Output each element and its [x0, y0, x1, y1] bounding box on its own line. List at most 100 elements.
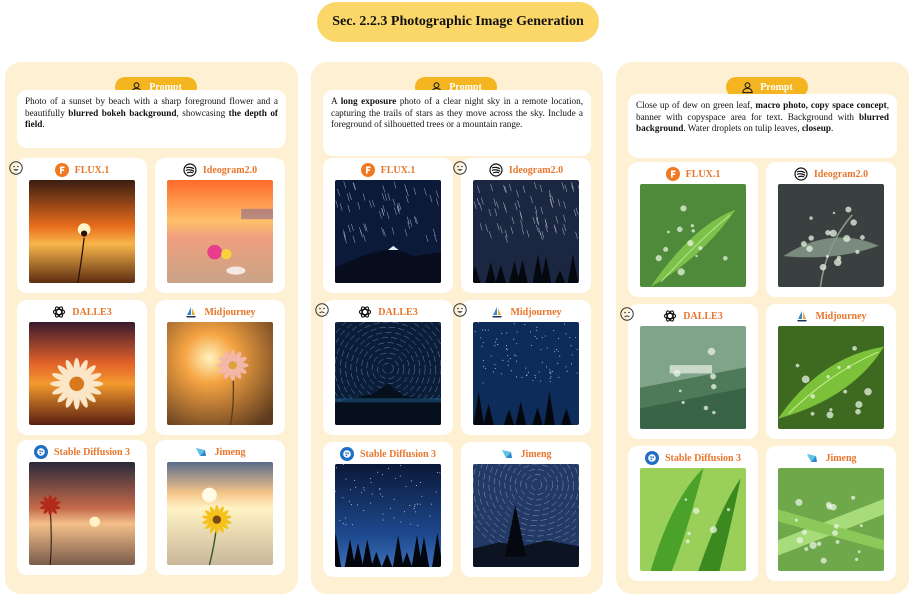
generated-image [29, 462, 135, 565]
comparison-panel: Prompt A long exposure photo of a clear n… [311, 62, 603, 594]
model-result-card: FLUX.1 [323, 158, 453, 293]
model-result-card: Ideogram2.0 [453, 158, 591, 293]
model-result-card: Midjourney [453, 300, 591, 435]
generated-image [640, 326, 746, 429]
model-name: Stable Diffusion 3 [53, 446, 131, 458]
model-name: Ideogram2.0 [202, 164, 258, 176]
generated-image [167, 180, 273, 283]
prompt-text: Photo of a sunset by beach with a sharp … [17, 90, 286, 148]
prompt-text: A long exposure photo of a clear night s… [323, 90, 591, 156]
model-label: Ideogram2.0 [155, 161, 285, 179]
jimeng-logo-icon [805, 451, 819, 465]
model-name: Midjourney [510, 306, 562, 318]
model-name: Jimeng [825, 452, 857, 464]
model-label: Stable Diffusion 3 [323, 445, 453, 463]
generated-image [335, 464, 441, 567]
model-result-card: DALLE3 [315, 300, 453, 435]
model-label: Midjourney [766, 307, 896, 325]
model-name: Jimeng [520, 448, 552, 460]
prompt-badge-label: Prompt [760, 81, 793, 93]
prompt-segment: A [331, 96, 341, 106]
model-name: Ideogram2.0 [813, 168, 869, 180]
model-result-card: Stable Diffusion 3 [323, 442, 453, 577]
model-label: DALLE3 [323, 303, 453, 321]
ideogram-logo-icon [794, 167, 808, 181]
model-label: Jimeng [766, 449, 896, 467]
generated-image [167, 462, 273, 565]
generated-image [778, 468, 884, 571]
model-name: Ideogram2.0 [508, 164, 564, 176]
person-icon [742, 81, 753, 93]
model-name: DALLE3 [378, 306, 418, 318]
openai-logo-icon [358, 305, 372, 319]
model-label: Midjourney [155, 303, 285, 321]
model-result-card: Midjourney [155, 300, 285, 435]
generated-image [29, 180, 135, 283]
generated-image [473, 322, 579, 425]
generated-image [778, 184, 884, 287]
model-name: Midjourney [204, 306, 256, 318]
model-name: FLUX.1 [74, 164, 110, 176]
model-result-card: FLUX.1 [628, 162, 758, 297]
generated-image [167, 322, 273, 425]
openai-logo-icon [52, 305, 66, 319]
model-label: Midjourney [461, 303, 591, 321]
openai-logo-icon [663, 309, 677, 323]
prompt-emphasis: closeup [801, 123, 831, 134]
prompt-segment: . [830, 123, 834, 134]
model-result-card: Jimeng [766, 446, 896, 581]
sd3-logo-icon [339, 447, 354, 461]
model-result-card: Stable Diffusion 3 [628, 446, 758, 581]
model-name: FLUX.1 [380, 164, 416, 176]
model-name: DALLE3 [72, 306, 112, 318]
model-label: Jimeng [461, 445, 591, 463]
model-label: Ideogram2.0 [766, 165, 896, 183]
sd3-logo-icon [33, 445, 48, 459]
model-result-card: Stable Diffusion 3 [17, 440, 147, 575]
generated-image [473, 180, 579, 283]
midjourney-logo-icon [490, 305, 504, 319]
jimeng-logo-icon [500, 447, 514, 461]
model-result-card: DALLE3 [620, 304, 758, 439]
model-name: DALLE3 [683, 310, 723, 322]
comparison-panel: Prompt Close up of dew on green leaf, mac… [616, 62, 909, 594]
model-label: Stable Diffusion 3 [17, 443, 147, 461]
sd3-logo-icon [644, 451, 659, 465]
midjourney-logo-icon [184, 305, 198, 319]
ideogram-logo-icon [489, 163, 503, 177]
prompt-segment: Close up of dew on green leaf, [636, 100, 756, 110]
model-label: Ideogram2.0 [461, 161, 591, 179]
model-label: Jimeng [155, 443, 285, 461]
model-label: FLUX.1 [17, 161, 147, 179]
model-label: DALLE3 [628, 307, 758, 325]
midjourney-logo-icon [795, 309, 809, 323]
prompt-emphasis: macro photo, copy space concept [755, 100, 887, 110]
model-result-card: DALLE3 [17, 300, 147, 435]
model-result-card: FLUX.1 [9, 158, 147, 293]
model-name: Stable Diffusion 3 [664, 452, 742, 464]
model-label: Stable Diffusion 3 [628, 449, 758, 467]
generated-image [335, 180, 441, 283]
model-result-card: Ideogram2.0 [766, 162, 896, 297]
model-name: FLUX.1 [685, 168, 721, 180]
generated-image [640, 184, 746, 287]
flux-logo-icon [360, 163, 375, 177]
model-name: Jimeng [214, 446, 246, 458]
flux-logo-icon [665, 167, 680, 181]
model-result-card: Midjourney [766, 304, 896, 439]
prompt-segment: . [42, 119, 45, 130]
ideogram-logo-icon [183, 163, 197, 177]
generated-image [29, 322, 135, 425]
prompt-emphasis: long exposure [340, 96, 397, 106]
model-result-card: Ideogram2.0 [155, 158, 285, 293]
prompt-emphasis: blurred bokeh background [68, 107, 177, 118]
flux-logo-icon [54, 163, 69, 177]
prompt-text: Close up of dew on green leaf, macro pho… [628, 94, 897, 158]
model-label: FLUX.1 [323, 161, 453, 179]
model-name: Stable Diffusion 3 [359, 448, 437, 460]
generated-image [640, 468, 746, 571]
comparison-panel: Prompt Photo of a sunset by beach with a … [5, 62, 298, 594]
model-name: Midjourney [815, 310, 867, 322]
model-result-card: Jimeng [461, 442, 591, 577]
prompt-segment: , showcasing [176, 107, 229, 118]
